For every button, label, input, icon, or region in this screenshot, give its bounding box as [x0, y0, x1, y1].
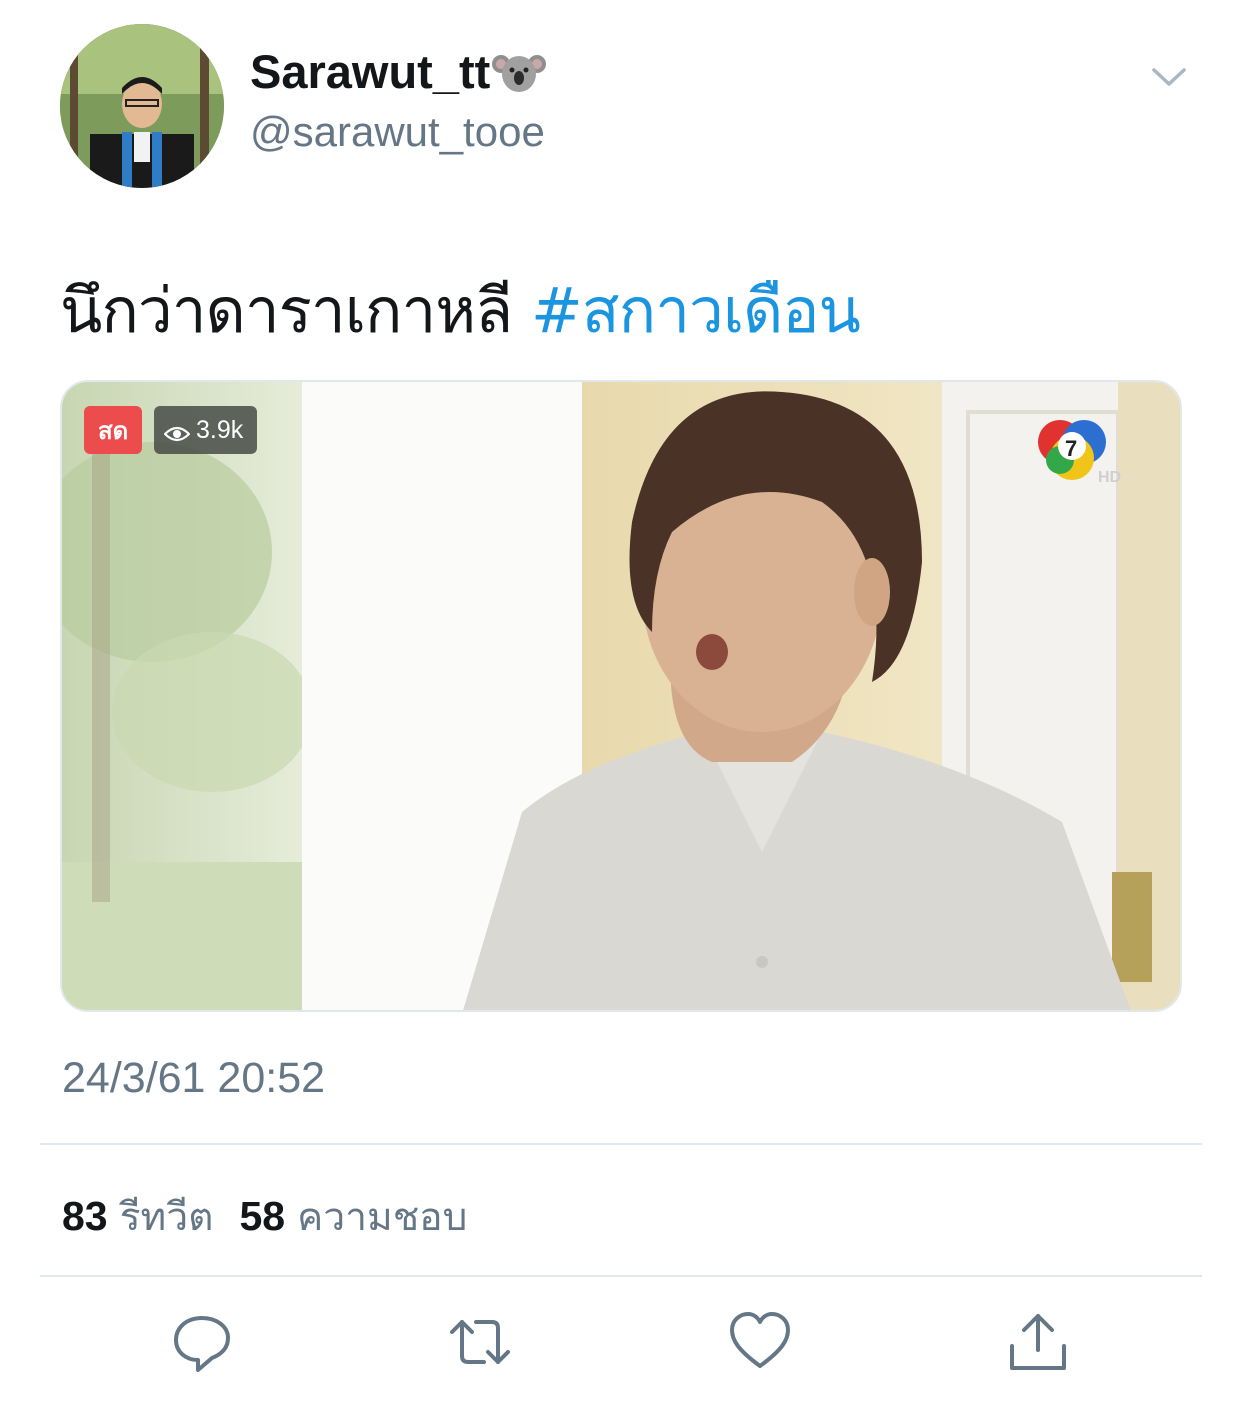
- tweet-timestamp[interactable]: 24/3/61 20:52: [62, 1054, 325, 1103]
- user-handle[interactable]: @sarawut_tooe: [250, 108, 545, 156]
- video-player[interactable]: สด 3.9k 7 HD: [60, 380, 1182, 1012]
- hashtag-link[interactable]: #สกาวเดือน: [531, 274, 861, 347]
- display-name[interactable]: Sarawut_tt: [250, 44, 547, 99]
- divider: [40, 1275, 1202, 1277]
- retweet-count[interactable]: 83: [62, 1193, 108, 1240]
- engagement-stats: 83 รีทวีต 58 ความชอบ: [62, 1186, 467, 1248]
- divider: [40, 1143, 1202, 1145]
- view-count-badge: 3.9k: [154, 406, 258, 454]
- like-button[interactable]: [728, 1310, 792, 1374]
- like-count[interactable]: 58: [240, 1193, 286, 1240]
- live-badge: สด: [84, 406, 143, 454]
- view-count: 3.9k: [196, 415, 244, 444]
- tweet-body: นึกว่าดาราเกาหลี: [60, 274, 531, 347]
- video-thumbnail: [62, 382, 1180, 1010]
- reply-button[interactable]: [170, 1310, 234, 1374]
- share-button[interactable]: [1006, 1310, 1070, 1374]
- tweet-text: นึกว่าดาราเกาหลี #สกาวเดือน: [60, 262, 861, 360]
- svg-text:7: 7: [1065, 436, 1077, 461]
- retweet-icon: [450, 1320, 510, 1364]
- avatar[interactable]: [60, 24, 224, 188]
- reply-icon: [174, 1316, 230, 1372]
- like-label[interactable]: ความชอบ: [297, 1186, 467, 1248]
- channel-logo: 7 HD: [1032, 416, 1132, 488]
- chevron-down-icon[interactable]: [1150, 62, 1188, 92]
- svg-text:HD: HD: [1098, 469, 1121, 486]
- retweet-button[interactable]: [448, 1310, 512, 1374]
- retweet-label[interactable]: รีทวีต: [120, 1186, 214, 1248]
- display-name-text: Sarawut_tt: [250, 45, 491, 98]
- heart-icon: [730, 1312, 790, 1368]
- koala-icon: [492, 48, 547, 96]
- share-icon: [1010, 1314, 1066, 1370]
- eye-icon: [163, 421, 191, 442]
